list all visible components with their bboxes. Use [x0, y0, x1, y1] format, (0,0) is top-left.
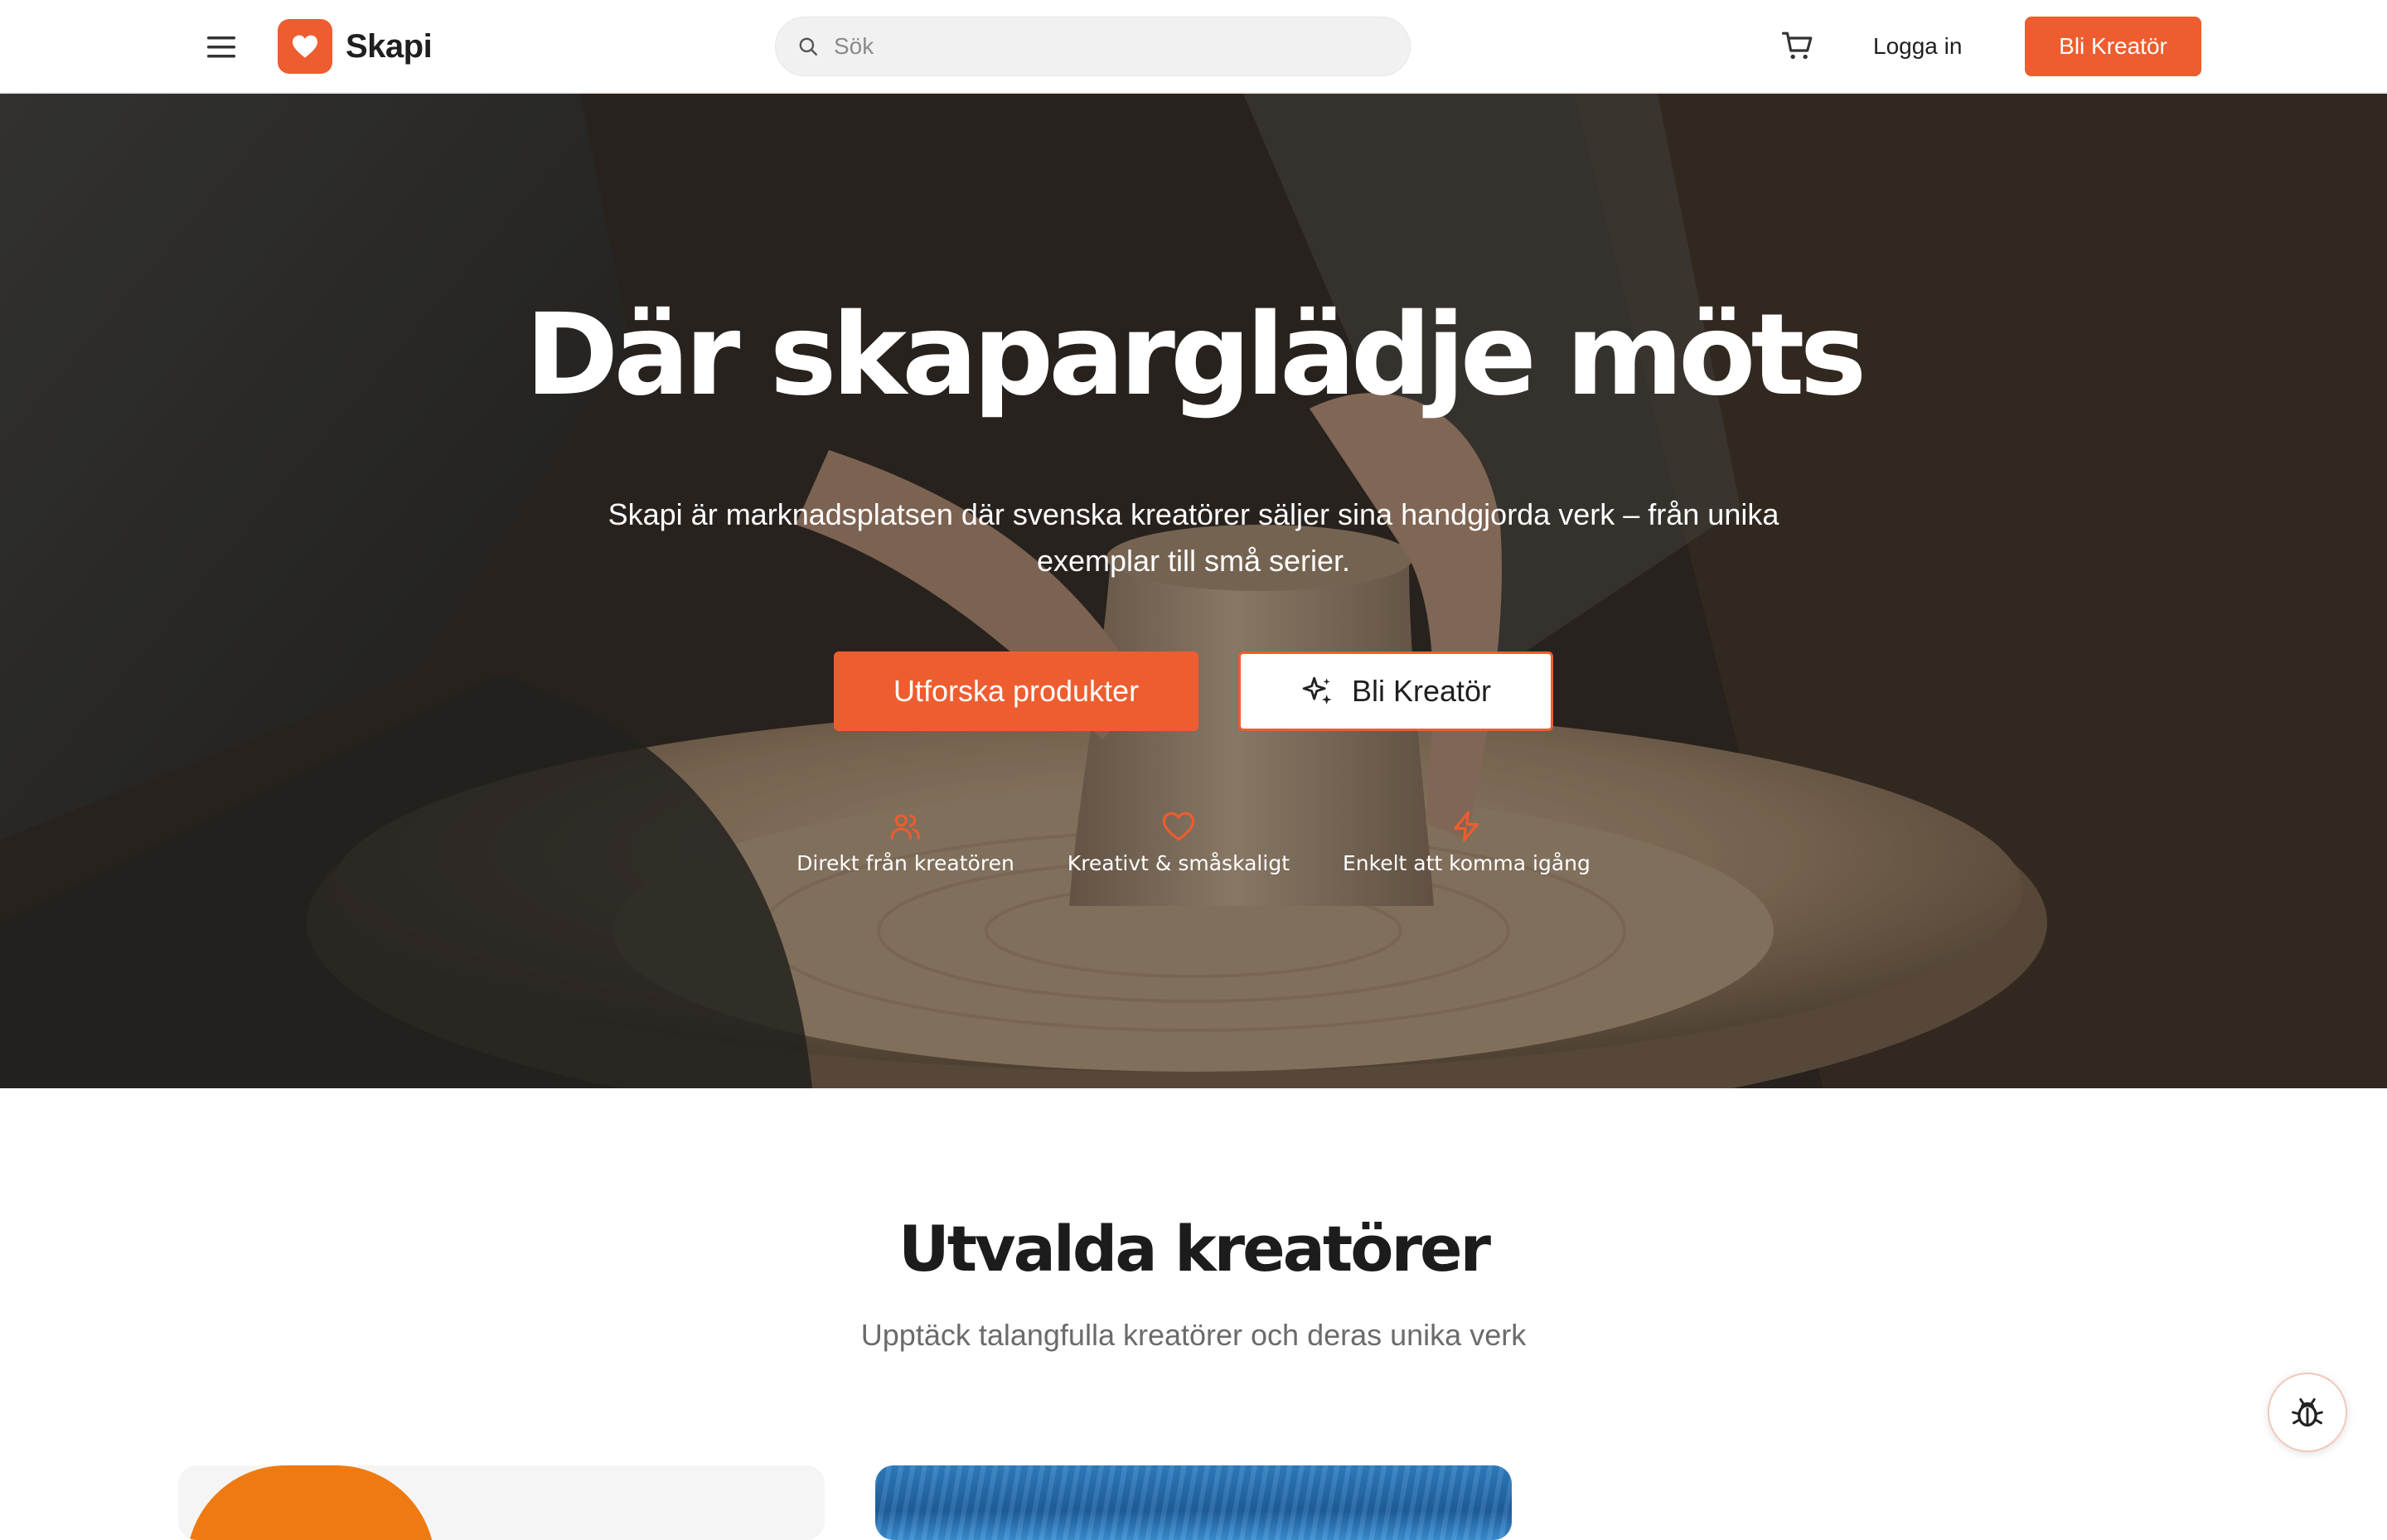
sparkle-icon — [1300, 675, 1334, 708]
site-header: Skapi Logga in Bli Kreatör — [0, 0, 2387, 94]
heart-icon — [1162, 808, 1195, 845]
creator-card[interactable] — [178, 1465, 825, 1540]
creator-card[interactable] — [875, 1465, 1512, 1540]
brand-name: Skapi — [346, 27, 433, 65]
login-link[interactable]: Logga in — [1873, 25, 1962, 68]
search-input[interactable] — [832, 32, 1363, 61]
become-creator-button[interactable]: Bli Kreatör — [2025, 17, 2201, 76]
creator-card-image — [186, 1465, 435, 1540]
hamburger-menu-icon — [207, 36, 235, 58]
creator-card-image — [875, 1465, 1512, 1540]
feature-label: Kreativt & småskaligt — [1067, 851, 1290, 875]
logo-mark — [278, 19, 332, 74]
feature-item: Kreativt & småskaligt — [1068, 808, 1290, 875]
hero-become-creator-label: Bli Kreatör — [1351, 674, 1492, 708]
hero-title: Där skaparglädje möts — [525, 290, 1867, 421]
search-icon — [796, 34, 821, 59]
shopping-cart-icon — [1781, 31, 1813, 60]
lightning-icon — [1450, 808, 1483, 845]
hero-become-creator-button[interactable]: Bli Kreatör — [1238, 651, 1553, 731]
search-bar[interactable] — [775, 17, 1411, 76]
feature-item: Direkt från kreatören — [796, 808, 1014, 875]
feature-item: Enkelt att komma igång — [1343, 808, 1591, 875]
explore-products-button[interactable]: Utforska produkter — [834, 651, 1198, 731]
hero-section: Där skaparglädje möts Skapi är marknadsp… — [0, 94, 2387, 1088]
featured-creators-title: Utvalda kreatörer — [898, 1212, 1491, 1286]
hero-dark-overlay — [0, 94, 2387, 1088]
cart-button[interactable] — [1777, 26, 1818, 67]
heart-icon — [293, 35, 317, 58]
menu-button[interactable] — [202, 28, 240, 66]
hero-features: Direkt från kreatören Kreativt & småskal… — [0, 808, 2387, 875]
featured-creators-subtitle: Upptäck talangfulla kreatörer och deras … — [860, 1318, 1527, 1352]
logo[interactable]: Skapi — [278, 19, 433, 74]
feature-label: Direkt från kreatören — [796, 851, 1014, 875]
feature-label: Enkelt att komma igång — [1343, 851, 1591, 875]
bug-icon — [2292, 1397, 2323, 1427]
users-icon — [888, 808, 922, 845]
bug-report-button[interactable] — [2268, 1373, 2347, 1452]
hero-subtitle: Skapi är marknadsplatsen där svenska kre… — [608, 497, 1779, 578]
